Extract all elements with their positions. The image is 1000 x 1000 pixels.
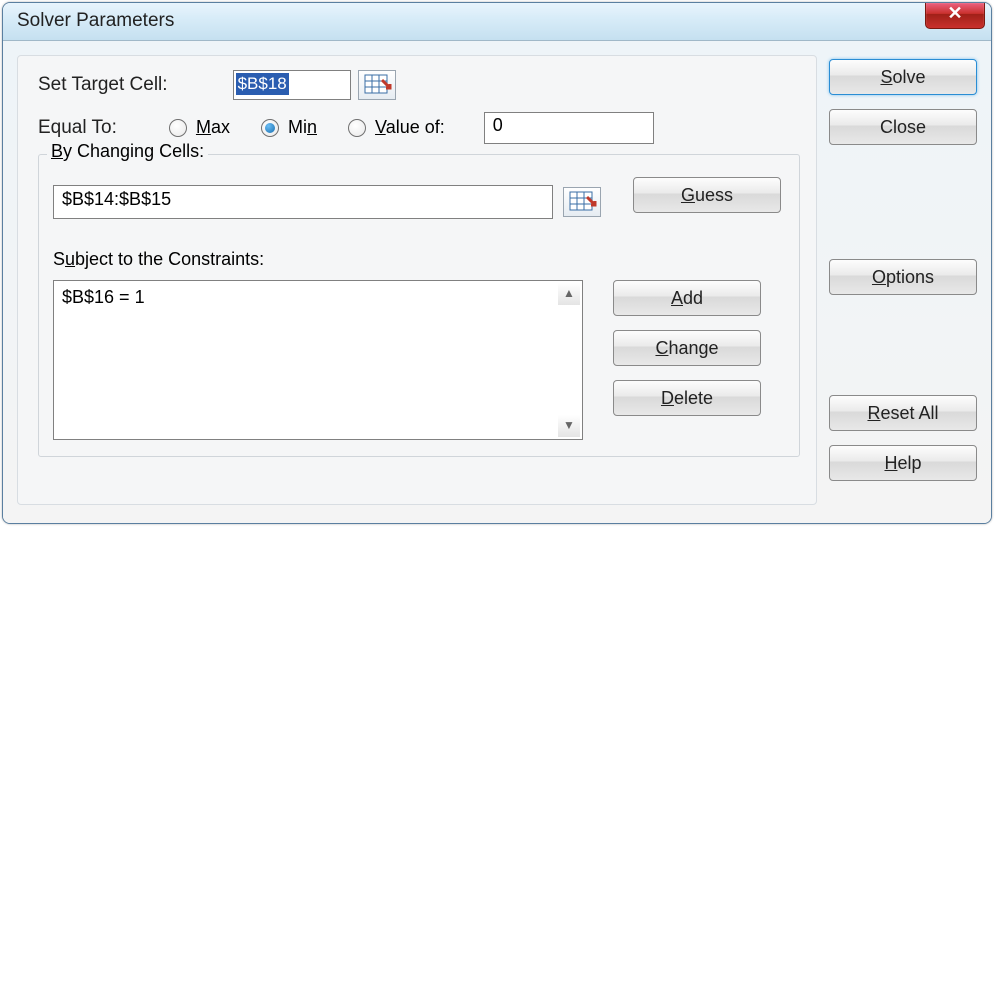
dialog-body: Set Target Cell: $B$18 (3, 41, 991, 523)
change-button[interactable]: Change (613, 330, 761, 366)
set-target-label: Set Target Cell: (38, 74, 168, 95)
collapse-dialog-icon[interactable] (358, 70, 396, 100)
value-of-input[interactable]: 0 (484, 112, 654, 144)
main-panel: Set Target Cell: $B$18 (17, 55, 817, 505)
window-title: Solver Parameters (17, 10, 174, 32)
close-icon: ✕ (947, 3, 962, 23)
constraint-item[interactable]: $B$16 = 1 (62, 287, 574, 308)
right-button-column: Solve Close Options Reset All Help (829, 59, 977, 495)
target-cell-input[interactable]: $B$18 (233, 70, 351, 100)
constraints-label: Subject to the Constraints: (53, 249, 785, 270)
reset-all-button[interactable]: Reset All (829, 395, 977, 431)
solve-button[interactable]: Solve (829, 59, 977, 95)
close-button[interactable]: Close (829, 109, 977, 145)
changing-cells-input[interactable]: $B$14:$B$15 (53, 185, 553, 219)
title-bar: Solver Parameters ✕ (3, 3, 991, 41)
max-radio[interactable] (169, 119, 187, 137)
add-button[interactable]: Add (613, 280, 761, 316)
delete-button[interactable]: Delete (613, 380, 761, 416)
by-changing-label: By Changing Cells: (47, 141, 208, 162)
target-cell-value: $B$18 (236, 73, 289, 95)
max-label[interactable]: Max (196, 117, 230, 137)
guess-button[interactable]: Guess (633, 177, 781, 213)
value-of-label[interactable]: Value of: (375, 117, 445, 137)
options-button[interactable]: Options (829, 259, 977, 295)
changing-cells-group: By Changing Cells: $B$14:$B$15 (38, 154, 800, 457)
solver-parameters-dialog: Solver Parameters ✕ Set Target Cell: $B$… (2, 2, 992, 524)
target-cell-row: Set Target Cell: $B$18 (38, 70, 800, 100)
value-of-radio[interactable] (348, 119, 366, 137)
equal-to-row: Equal To: Max Min Value of: 0 (38, 112, 800, 144)
min-radio[interactable] (261, 119, 279, 137)
collapse-dialog-icon-2[interactable] (563, 187, 601, 217)
constraints-listbox[interactable]: $B$16 = 1 ▲ ▼ (53, 280, 583, 440)
help-button[interactable]: Help (829, 445, 977, 481)
equal-to-label: Equal To: (38, 117, 117, 138)
close-window-button[interactable]: ✕ (925, 2, 985, 29)
min-label[interactable]: Min (288, 117, 317, 137)
scroll-down-icon[interactable]: ▼ (558, 415, 580, 437)
scroll-up-icon[interactable]: ▲ (558, 283, 580, 305)
